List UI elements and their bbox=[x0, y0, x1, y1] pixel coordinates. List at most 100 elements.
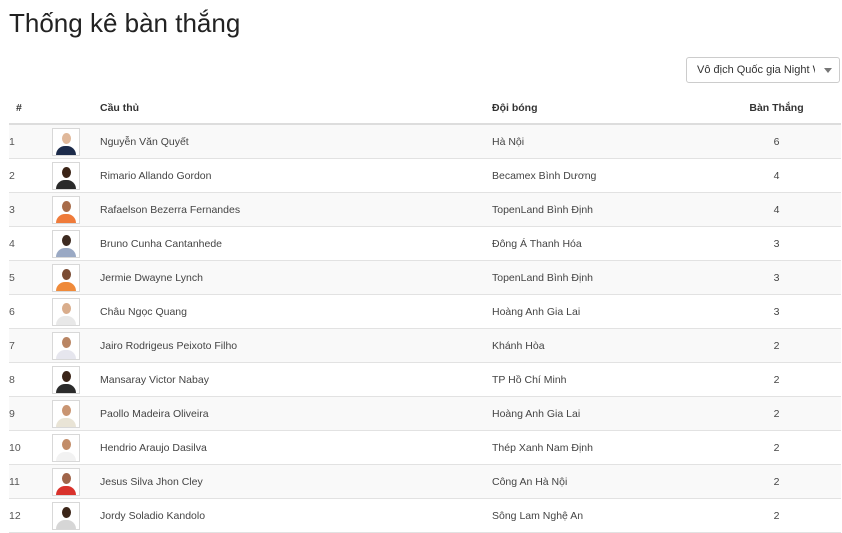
goals-count: 3 bbox=[712, 260, 841, 295]
avatar-head bbox=[62, 370, 71, 382]
table-row[interactable]: 3 Rafaelson Bezerra Fernandes TopenLand Bì… bbox=[9, 192, 841, 227]
table-row[interactable]: 5 Jermie Dwayne Lynch TopenLand Bình Định 3 bbox=[9, 260, 841, 295]
avatar-head bbox=[62, 472, 71, 484]
club-name[interactable]: TP Hồ Chí Minh bbox=[492, 362, 712, 397]
player-name[interactable]: Nguyễn Văn Quyết bbox=[100, 124, 492, 159]
player-name[interactable]: Bruno Cunha Cantanhede bbox=[100, 226, 492, 261]
club-name[interactable]: TopenLand Bình Định bbox=[492, 260, 712, 295]
goals-count: 6 bbox=[712, 124, 841, 159]
header-rank: # bbox=[9, 93, 50, 125]
rank-cell: 4 bbox=[9, 226, 50, 261]
avatar-cell bbox=[50, 124, 100, 159]
player-name[interactable]: Paollo Madeira Oliveira bbox=[100, 396, 492, 431]
rank-cell: 1 bbox=[9, 124, 50, 159]
club-name[interactable]: Thép Xanh Nam Định bbox=[492, 430, 712, 465]
rank-cell: 10 bbox=[9, 430, 50, 465]
club-name[interactable]: Hoàng Anh Gia Lai bbox=[492, 294, 712, 329]
player-avatar[interactable] bbox=[52, 297, 80, 326]
avatar-head bbox=[62, 200, 71, 212]
avatar-head bbox=[62, 132, 71, 144]
player-name[interactable]: Rimario Allando Gordon bbox=[100, 158, 492, 193]
table-header-row: # Cầu thủ Đội bóng Bàn Thắng bbox=[9, 93, 841, 125]
table-row[interactable]: 9 Paollo Madeira Oliveira Hoàng Anh Gia La… bbox=[9, 396, 841, 431]
club-name[interactable]: TopenLand Bình Định bbox=[492, 192, 712, 227]
table-row[interactable]: 10 Hendrio Araujo Dasilva Thép Xanh Nam Đị… bbox=[9, 430, 841, 465]
player-avatar[interactable] bbox=[52, 501, 80, 530]
header-club: Đội bóng bbox=[492, 93, 712, 125]
player-avatar[interactable] bbox=[52, 433, 80, 462]
club-name[interactable]: Đông Á Thanh Hóa bbox=[492, 226, 712, 261]
player-avatar[interactable] bbox=[52, 127, 80, 156]
club-name[interactable]: Công An Hà Nội bbox=[492, 464, 712, 499]
player-avatar[interactable] bbox=[52, 399, 80, 428]
club-name[interactable]: Sông Lam Nghệ An bbox=[492, 498, 712, 533]
player-avatar[interactable] bbox=[52, 229, 80, 258]
avatar-shoulders bbox=[56, 349, 76, 359]
header-goals: Bàn Thắng bbox=[712, 93, 841, 125]
avatar-cell bbox=[50, 362, 100, 397]
club-name[interactable]: Hà Nội bbox=[492, 124, 712, 159]
player-name[interactable]: Mansaray Victor Nabay bbox=[100, 362, 492, 397]
table-row[interactable]: 11 Jesus Silva Jhon Cley Công An Hà Nội 2 bbox=[9, 464, 841, 499]
goals-count: 2 bbox=[712, 498, 841, 533]
avatar-shoulders bbox=[56, 281, 76, 291]
avatar-cell bbox=[50, 464, 100, 499]
tournament-select-value: Vô địch Quốc gia Night W... bbox=[697, 64, 815, 76]
table-row[interactable]: 8 Mansaray Victor Nabay TP Hồ Chí Minh 2 bbox=[9, 362, 841, 397]
rank-cell: 7 bbox=[9, 328, 50, 363]
player-name[interactable]: Hendrio Araujo Dasilva bbox=[100, 430, 492, 465]
avatar-shoulders bbox=[56, 383, 76, 393]
avatar-shoulders bbox=[56, 519, 76, 529]
chevron-down-icon bbox=[824, 68, 832, 73]
goals-count: 2 bbox=[712, 430, 841, 465]
avatar-shoulders bbox=[56, 485, 76, 495]
table-row[interactable]: 4 Bruno Cunha Cantanhede Đông Á Thanh Hóa 3 bbox=[9, 226, 841, 261]
goals-table: # Cầu thủ Đội bóng Bàn Thắng 1 Nguyễn Văn… bbox=[9, 93, 841, 533]
player-name[interactable]: Jesus Silva Jhon Cley bbox=[100, 464, 492, 499]
tournament-select[interactable]: Vô địch Quốc gia Night W... bbox=[686, 57, 840, 83]
avatar-cell bbox=[50, 260, 100, 295]
avatar-head bbox=[62, 438, 71, 450]
rank-cell: 2 bbox=[9, 158, 50, 193]
avatar-head bbox=[62, 268, 71, 280]
avatar-cell bbox=[50, 328, 100, 363]
table-row[interactable]: 1 Nguyễn Văn Quyết Hà Nội 6 bbox=[9, 124, 841, 159]
page-title: Thống kê bàn thắng bbox=[9, 8, 241, 38]
avatar-cell bbox=[50, 226, 100, 261]
club-name[interactable]: Khánh Hòa bbox=[492, 328, 712, 363]
table-row[interactable]: 2 Rimario Allando Gordon Becamex Bình Dươn… bbox=[9, 158, 841, 193]
avatar-head bbox=[62, 166, 71, 178]
player-avatar[interactable] bbox=[52, 331, 80, 360]
player-name[interactable]: Jermie Dwayne Lynch bbox=[100, 260, 492, 295]
rank-cell: 6 bbox=[9, 294, 50, 329]
rank-cell: 3 bbox=[9, 192, 50, 227]
avatar-cell bbox=[50, 192, 100, 227]
avatar-cell bbox=[50, 430, 100, 465]
table-row[interactable]: 12 Jordy Soladio Kandolo Sông Lam Nghệ An 2 bbox=[9, 498, 841, 533]
player-avatar[interactable] bbox=[52, 195, 80, 224]
avatar-cell bbox=[50, 498, 100, 533]
goals-count: 2 bbox=[712, 362, 841, 397]
table-row[interactable]: 6 Châu Ngọc Quang Hoàng Anh Gia Lai 3 bbox=[9, 294, 841, 329]
player-avatar[interactable] bbox=[52, 365, 80, 394]
avatar-shoulders bbox=[56, 179, 76, 189]
goals-count: 4 bbox=[712, 158, 841, 193]
club-name[interactable]: Becamex Bình Dương bbox=[492, 158, 712, 193]
player-avatar[interactable] bbox=[52, 263, 80, 292]
player-name[interactable]: Châu Ngọc Quang bbox=[100, 294, 492, 329]
avatar-shoulders bbox=[56, 417, 76, 427]
rank-cell: 9 bbox=[9, 396, 50, 431]
player-name[interactable]: Jordy Soladio Kandolo bbox=[100, 498, 492, 533]
avatar-cell bbox=[50, 158, 100, 193]
table-row[interactable]: 7 Jairo Rodrigeus Peixoto Filho Khánh Hòa 2 bbox=[9, 328, 841, 363]
avatar-head bbox=[62, 234, 71, 246]
goals-count: 4 bbox=[712, 192, 841, 227]
avatar-shoulders bbox=[56, 451, 76, 461]
player-avatar[interactable] bbox=[52, 467, 80, 496]
player-avatar[interactable] bbox=[52, 161, 80, 190]
goals-count: 2 bbox=[712, 464, 841, 499]
rank-cell: 5 bbox=[9, 260, 50, 295]
player-name[interactable]: Jairo Rodrigeus Peixoto Filho bbox=[100, 328, 492, 363]
player-name[interactable]: Rafaelson Bezerra Fernandes bbox=[100, 192, 492, 227]
club-name[interactable]: Hoàng Anh Gia Lai bbox=[492, 396, 712, 431]
